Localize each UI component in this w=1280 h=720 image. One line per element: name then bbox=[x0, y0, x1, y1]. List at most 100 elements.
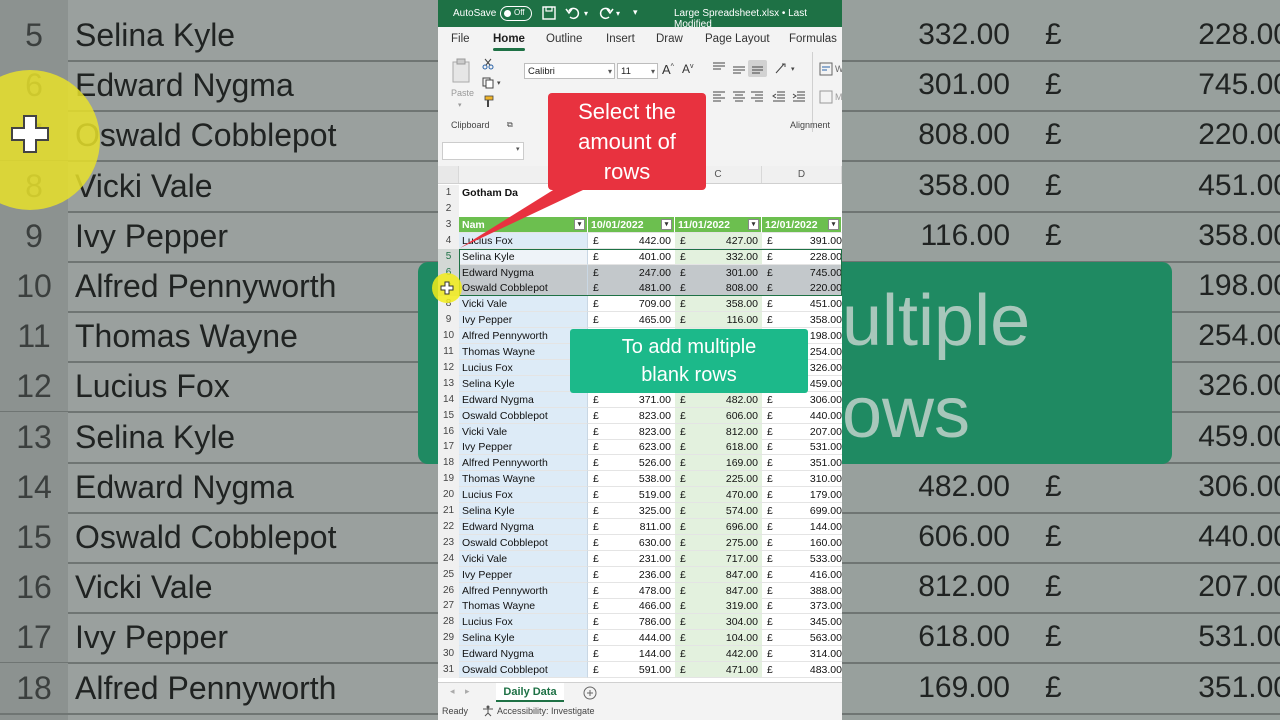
row-header[interactable]: 23 bbox=[438, 534, 459, 551]
value-cell[interactable]: £236.00 bbox=[588, 567, 675, 583]
name-cell[interactable]: Edward Nygma bbox=[459, 646, 588, 663]
value-cell[interactable]: £591.00 bbox=[588, 662, 675, 678]
align-left-icon[interactable] bbox=[712, 91, 726, 103]
row-header[interactable]: 29 bbox=[438, 630, 459, 647]
orientation-dropdown-icon[interactable]: ▾ bbox=[791, 65, 795, 73]
value-cell[interactable]: £247.00 bbox=[588, 264, 675, 281]
paste-icon[interactable] bbox=[451, 58, 473, 84]
tab-home[interactable]: Home bbox=[493, 33, 525, 51]
tab-page-layout[interactable]: Page Layout bbox=[705, 33, 770, 45]
align-top-icon[interactable] bbox=[712, 62, 726, 74]
value-cell[interactable]: £444.00 bbox=[588, 630, 675, 647]
value-cell[interactable]: £823.00 bbox=[588, 424, 675, 440]
tab-formulas[interactable]: Formulas bbox=[789, 33, 837, 45]
merge-icon[interactable] bbox=[819, 90, 833, 104]
row-header[interactable]: 9 bbox=[438, 312, 459, 329]
value-cell[interactable]: £144.00 bbox=[588, 646, 675, 663]
value-cell[interactable]: £160.00 bbox=[762, 535, 842, 551]
value-cell[interactable]: £220.00 bbox=[762, 280, 842, 297]
name-cell[interactable]: Alfred Pennyworth bbox=[459, 328, 588, 345]
name-box-dropdown-icon[interactable]: ▾ bbox=[516, 145, 520, 153]
value-cell[interactable]: £388.00 bbox=[762, 583, 842, 599]
autosave-toggle[interactable]: Off bbox=[500, 6, 532, 21]
value-cell[interactable]: £373.00 bbox=[762, 598, 842, 615]
row-header[interactable]: 5 bbox=[438, 248, 459, 265]
value-cell[interactable]: £325.00 bbox=[588, 503, 675, 519]
sheet-tab-daily-data[interactable]: Daily Data bbox=[496, 683, 564, 702]
value-cell[interactable]: £812.00 bbox=[675, 423, 762, 440]
value-cell[interactable]: £314.00 bbox=[762, 646, 842, 663]
value-cell[interactable]: £519.00 bbox=[588, 487, 675, 504]
tab-draw[interactable]: Draw bbox=[656, 33, 683, 45]
value-cell[interactable]: £319.00 bbox=[675, 598, 762, 615]
value-cell[interactable]: £618.00 bbox=[675, 439, 762, 456]
value-cell[interactable]: £481.00 bbox=[588, 280, 675, 297]
copy-icon[interactable] bbox=[482, 77, 494, 89]
name-cell[interactable]: Thomas Wayne bbox=[459, 344, 588, 360]
row-header[interactable]: 18 bbox=[438, 455, 459, 472]
value-cell[interactable]: £351.00 bbox=[762, 455, 842, 472]
paste-dropdown-icon[interactable]: ▾ bbox=[458, 101, 462, 109]
name-box[interactable] bbox=[442, 142, 524, 160]
value-cell[interactable]: £745.00 bbox=[762, 264, 842, 281]
decrease-font-icon[interactable]: Av bbox=[682, 62, 694, 76]
increase-font-icon[interactable]: A^ bbox=[662, 62, 674, 77]
name-cell[interactable]: Ivy Pepper bbox=[459, 566, 588, 583]
font-name-select[interactable]: Calibri bbox=[524, 63, 615, 80]
row-header[interactable]: 28 bbox=[438, 614, 459, 631]
name-cell[interactable]: Selina Kyle bbox=[459, 630, 588, 647]
format-painter-icon[interactable] bbox=[482, 95, 495, 108]
name-cell[interactable]: Lucius Fox bbox=[459, 614, 588, 631]
wrap-text-label-clipped[interactable]: W bbox=[835, 64, 842, 74]
row-header[interactable]: 21 bbox=[438, 503, 459, 519]
value-cell[interactable]: £310.00 bbox=[762, 471, 842, 488]
name-cell[interactable]: Oswald Cobblepot bbox=[459, 407, 588, 424]
row-header[interactable]: 20 bbox=[438, 487, 459, 504]
align-bottom-button[interactable] bbox=[748, 60, 767, 77]
name-cell[interactable]: Selina Kyle bbox=[459, 248, 588, 265]
customize-toolbar-icon[interactable]: ▾ bbox=[633, 7, 638, 18]
prev-sheet-icon[interactable]: ◂ bbox=[450, 686, 455, 697]
value-cell[interactable]: £401.00 bbox=[588, 249, 675, 265]
name-cell[interactable]: Lucius Fox bbox=[459, 359, 588, 376]
name-cell[interactable]: Ivy Pepper bbox=[459, 312, 588, 329]
value-cell[interactable]: £442.00 bbox=[588, 233, 675, 249]
value-cell[interactable]: £696.00 bbox=[675, 518, 762, 535]
value-cell[interactable]: £808.00 bbox=[675, 280, 762, 297]
value-cell[interactable]: £471.00 bbox=[675, 662, 762, 678]
redo-dropdown-icon[interactable]: ▾ bbox=[616, 9, 620, 18]
value-cell[interactable]: £451.00 bbox=[762, 296, 842, 313]
table-header-date[interactable]: 11/01/2022 ▾ bbox=[675, 216, 762, 233]
row-header[interactable]: 31 bbox=[438, 662, 459, 678]
name-cell[interactable]: Vicki Vale bbox=[459, 296, 588, 313]
filter-dropdown-icon[interactable]: ▾ bbox=[748, 218, 759, 230]
row-header[interactable]: 10 bbox=[438, 328, 459, 345]
name-cell[interactable]: Oswald Cobblepot bbox=[459, 280, 588, 297]
value-cell[interactable]: £231.00 bbox=[588, 551, 675, 567]
row-header[interactable]: 1 bbox=[438, 185, 459, 201]
row-header[interactable]: 24 bbox=[438, 550, 459, 567]
orientation-icon[interactable] bbox=[774, 61, 790, 75]
clipboard-launcher-icon[interactable]: ⧉ bbox=[507, 120, 513, 130]
value-cell[interactable]: £606.00 bbox=[675, 407, 762, 424]
value-cell[interactable]: £466.00 bbox=[588, 598, 675, 615]
value-cell[interactable]: £465.00 bbox=[588, 312, 675, 329]
table-header-date[interactable]: 12/01/2022 ▾ bbox=[762, 216, 842, 233]
value-cell[interactable]: £144.00 bbox=[762, 519, 842, 535]
row-header[interactable]: 3 bbox=[438, 216, 459, 233]
row-header[interactable]: 26 bbox=[438, 582, 459, 599]
filter-dropdown-icon[interactable]: ▾ bbox=[574, 218, 585, 230]
value-cell[interactable]: £427.00 bbox=[675, 232, 762, 249]
value-cell[interactable]: £442.00 bbox=[675, 646, 762, 663]
value-cell[interactable]: £116.00 bbox=[675, 312, 762, 329]
merge-label-clipped[interactable]: M bbox=[835, 92, 842, 102]
add-sheet-icon[interactable] bbox=[583, 686, 597, 700]
align-center-icon[interactable] bbox=[732, 91, 746, 103]
value-cell[interactable]: £345.00 bbox=[762, 614, 842, 631]
value-cell[interactable]: £574.00 bbox=[675, 503, 762, 519]
name-cell[interactable]: Selina Kyle bbox=[459, 375, 588, 392]
value-cell[interactable]: £847.00 bbox=[675, 566, 762, 583]
value-cell[interactable]: £371.00 bbox=[588, 392, 675, 408]
value-cell[interactable]: £847.00 bbox=[675, 582, 762, 599]
row-header[interactable]: 11 bbox=[438, 344, 459, 360]
